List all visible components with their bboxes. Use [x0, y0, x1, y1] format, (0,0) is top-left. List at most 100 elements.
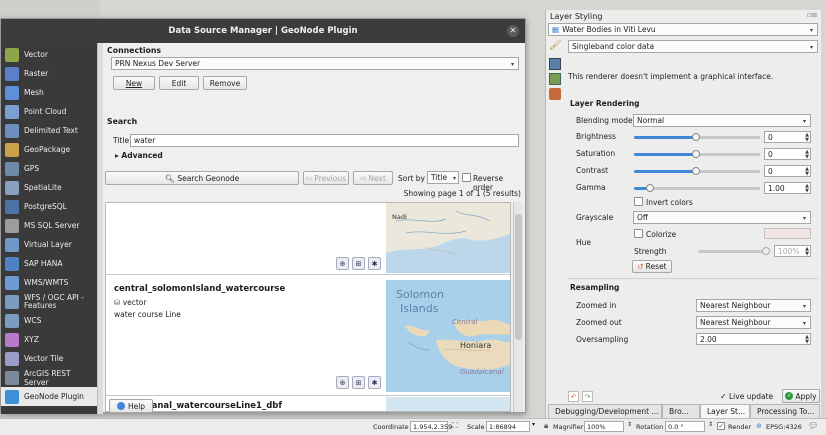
reverse-order-checkbox[interactable]: [462, 173, 471, 182]
globe-icon[interactable]: ⊕: [756, 422, 762, 430]
toggle-extents-icon[interactable]: ⛶: [452, 421, 458, 431]
blending-mode-label: Blending mode: [576, 116, 633, 125]
add-layer-icon[interactable]: ⊞: [352, 257, 365, 270]
help-button[interactable]: Help: [109, 399, 153, 413]
paintbrush-icon[interactable]: 🖌︎: [549, 40, 563, 54]
brightness-slider[interactable]: [634, 133, 760, 141]
edit-connection-button[interactable]: Edit: [159, 76, 199, 90]
sidebar-item-postgresql[interactable]: PostgreSQL: [1, 197, 97, 216]
contrast-slider[interactable]: [634, 167, 760, 175]
sidebar-item-vector[interactable]: Vector: [1, 45, 97, 64]
sidebar-item-ms-sql-server[interactable]: MS SQL Server: [1, 216, 97, 235]
tab-browser[interactable]: Bro...: [662, 404, 700, 419]
sidebar-item-gps[interactable]: GPS: [1, 159, 97, 178]
tab-processing-toolbox[interactable]: Processing To...: [750, 404, 820, 419]
scrollbar-thumb[interactable]: [515, 214, 522, 340]
oversampling-spinbox[interactable]: 2.00 ▲ ▼: [696, 333, 811, 345]
sidebar-item-wcs[interactable]: WCS: [1, 311, 97, 330]
advanced-toggle[interactable]: ▸ Advanced: [115, 151, 163, 160]
rotation-spinbox[interactable]: 0.0 °: [665, 421, 705, 432]
sidebar-item-virtual-layer[interactable]: Virtual Layer: [1, 235, 97, 254]
zoomed-in-select[interactable]: Nearest Neighbour ▾: [696, 299, 811, 312]
sidebar-item-point-cloud[interactable]: Point Cloud: [1, 102, 97, 121]
reset-button[interactable]: ↺ Reset: [632, 260, 672, 273]
lock-scale-icon[interactable]: 🔒︎: [544, 421, 548, 431]
list-item[interactable]: guadalcanal_watercourseLine1_dbf: [106, 397, 510, 411]
result-title: central_solomonIsland_watercourse: [114, 284, 286, 294]
gamma-slider[interactable]: [634, 184, 760, 192]
settings-icon[interactable]: ✱: [368, 376, 381, 389]
live-update-check-icon[interactable]: ✓: [720, 392, 727, 401]
sidebar-item-label: GPS: [24, 164, 40, 173]
strength-spinbox[interactable]: 100% ▲ ▼: [774, 245, 811, 257]
scale-select[interactable]: 1:86894: [486, 421, 530, 432]
zoom-to-layer-icon[interactable]: ⊕: [336, 257, 349, 270]
next-label: Next: [368, 173, 386, 183]
sidebar-item-spatialite[interactable]: SpatiaLite: [1, 178, 97, 197]
colorize-checkbox[interactable]: [634, 229, 643, 238]
apply-check-icon: ✓: [785, 392, 794, 400]
layer-select[interactable]: ▦ Water Bodies in Viti Levu ▾: [548, 23, 818, 36]
saturation-spinbox[interactable]: 0 ▲ ▼: [764, 148, 811, 160]
sort-by-select[interactable]: Title ▾: [427, 171, 459, 184]
contrast-spinbox[interactable]: 0 ▲ ▼: [764, 165, 811, 177]
zoomed-out-label: Zoomed out: [576, 318, 622, 327]
sidebar-item-xyz[interactable]: XYZ: [1, 330, 97, 349]
apply-button[interactable]: ✓ Apply: [782, 389, 820, 403]
blending-mode-select[interactable]: Normal ▾: [633, 114, 811, 127]
sidebar-item-sap-hana[interactable]: SAP HANA: [1, 254, 97, 273]
messages-icon[interactable]: 💬︎: [808, 421, 818, 430]
list-item[interactable]: central_solomonIsland_watercourse ⛁ vect…: [106, 276, 510, 396]
crs-label[interactable]: EPSG:4326: [766, 423, 802, 431]
render-checkbox[interactable]: ✓: [717, 422, 725, 430]
gamma-spinbox[interactable]: 1.00 ▲ ▼: [764, 182, 811, 194]
transparency-icon[interactable]: [549, 58, 561, 70]
sidebar-item-wms-wmts[interactable]: WMS/WMTS: [1, 273, 97, 292]
results-scrollbar[interactable]: [513, 202, 523, 412]
panel-close-icon[interactable]: ⊡⊠: [807, 12, 817, 19]
layer-select-value: Water Bodies in Viti Levu: [562, 25, 656, 34]
divider: [568, 278, 818, 279]
remove-connection-button[interactable]: Remove: [203, 76, 247, 90]
zoom-to-layer-icon[interactable]: ⊕: [336, 376, 349, 389]
brightness-spinbox[interactable]: 0 ▲ ▼: [764, 131, 811, 143]
sidebar-item-delimited-text[interactable]: Delimited Text: [1, 121, 97, 140]
sidebar-item-geonode-plugin[interactable]: GeoNode Plugin: [1, 387, 97, 406]
undo-icon[interactable]: ↶: [568, 391, 579, 402]
sidebar-item-arcgis-rest-server[interactable]: ArcGIS REST Server: [1, 368, 97, 387]
sidebar-item-raster[interactable]: Raster: [1, 64, 97, 83]
sidebar-item-vector-tile[interactable]: Vector Tile: [1, 349, 97, 368]
sidebar-item-label: Vector Tile: [24, 354, 64, 363]
redo-icon[interactable]: ↷: [582, 391, 593, 402]
new-connection-button[interactable]: New: [113, 76, 155, 90]
strength-slider[interactable]: [698, 247, 770, 255]
magnifier-spinbox[interactable]: 100%: [584, 421, 624, 432]
grayscale-select[interactable]: Off ▾: [633, 211, 811, 224]
settings-icon[interactable]: ✱: [368, 257, 381, 270]
saturation-label: Saturation: [576, 149, 616, 158]
sidebar-item-mesh[interactable]: Mesh: [1, 83, 97, 102]
add-layer-icon[interactable]: ⊞: [352, 376, 365, 389]
colorize-color-button[interactable]: [764, 228, 811, 239]
saturation-value: 0: [768, 149, 773, 159]
search-geonode-button[interactable]: 🔍︎ Search Geonode: [105, 171, 299, 185]
zoomed-out-select[interactable]: Nearest Neighbour ▾: [696, 316, 811, 329]
previous-page-button[interactable]: ⇦ Previous: [303, 171, 349, 185]
next-page-button[interactable]: ⇨ Next: [353, 171, 393, 185]
coordinate-field[interactable]: 1.954,2.359: [410, 421, 452, 432]
invert-colors-checkbox[interactable]: [634, 197, 643, 206]
close-icon[interactable]: ✕: [507, 25, 519, 37]
sidebar-item-wfs-ogc-api[interactable]: WFS / OGC API - Features: [1, 292, 97, 311]
sidebar-item-geopackage[interactable]: GeoPackage: [1, 140, 97, 159]
pyramids-icon[interactable]: [549, 88, 561, 100]
title-search-input[interactable]: water: [130, 134, 519, 147]
renderer-select[interactable]: Singleband color data ▾: [568, 40, 818, 53]
connection-select[interactable]: PRN Nexus Dev Server ▾: [111, 57, 519, 70]
tab-debugging[interactable]: Debugging/Development ...: [548, 404, 662, 419]
saturation-slider[interactable]: [634, 150, 760, 158]
provider-icon: [5, 161, 19, 176]
map-label: Solomon: [396, 288, 444, 301]
histogram-icon[interactable]: [549, 73, 561, 85]
map-label: Nadi: [392, 213, 407, 221]
tab-layer-styling[interactable]: Layer St...: [700, 404, 750, 419]
